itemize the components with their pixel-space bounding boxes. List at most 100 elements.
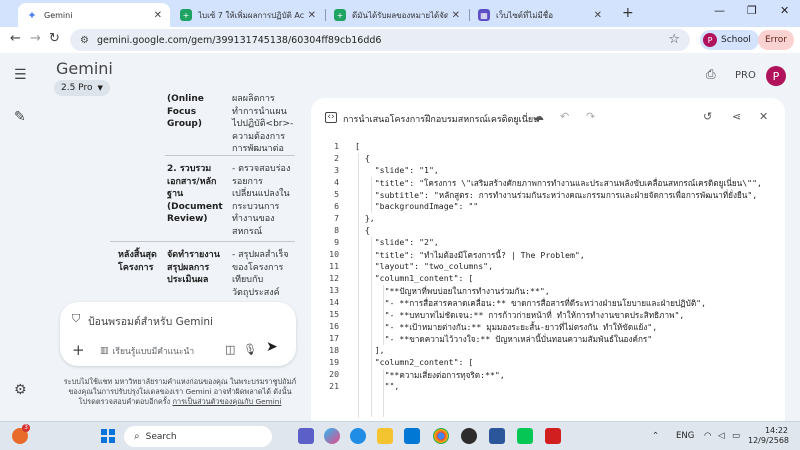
close-canvas-icon[interactable]: ✕ (759, 110, 768, 123)
user-avatar[interactable]: P (766, 66, 786, 86)
edge-icon[interactable] (350, 428, 366, 444)
tab-label: เว็บไซต์ที่ไม่มีชื่อ (496, 10, 554, 20)
chrome-icon[interactable] (433, 428, 449, 444)
send-icon[interactable]: ➤ (266, 339, 278, 355)
close-tab-icon[interactable]: ✕ (308, 10, 316, 21)
shield-icon: ⛉ (72, 312, 81, 325)
table-cell: (Online Focus Group) (167, 94, 204, 129)
code-line: 18 ], (311, 345, 785, 357)
tab-gemini[interactable]: ✦ Gemini ✕ (18, 3, 170, 27)
guided-learning-button[interactable]: ▥ เรียนรู้แบบมีคำแนะนำ (100, 344, 194, 358)
guided-learning-label: เรียนรู้แบบมีคำแนะนำ (112, 347, 195, 357)
site-info-icon[interactable]: ⚙ (80, 35, 89, 46)
back-arrow-icon[interactable]: ← (10, 31, 21, 46)
new-tab-button[interactable]: + (622, 5, 634, 21)
prompt-placeholder[interactable]: ป้อนพรอมต์สำหรับ Gemini (88, 313, 213, 330)
menu-icon[interactable]: ☰ (14, 67, 27, 83)
line-icon[interactable] (517, 428, 533, 444)
line-number: 2 (334, 153, 339, 163)
code-text: [ (355, 141, 360, 151)
clock-time: 14:22 (764, 426, 788, 435)
tab-untitled-site[interactable]: ▦ เว็บไซต์ที่ไม่มีชื่อ ✕ (470, 3, 610, 27)
print-icon[interactable]: ⎙ (706, 67, 716, 82)
code-line: 5 "subtitle": "หลักสูตร: การทำงานร่วมกัน… (311, 189, 785, 201)
close-tab-icon[interactable]: ✕ (594, 10, 602, 21)
table-cell: - ตรวจสอบร่องรอยการเปลี่ยนแปลงในกระบวนกา… (232, 164, 291, 237)
cloud-icon[interactable]: ☁ (533, 110, 544, 123)
profile-chip[interactable]: P School (700, 30, 759, 50)
line-number: 18 (329, 345, 339, 355)
undo-icon[interactable]: ↶ (560, 110, 569, 123)
clock[interactable]: 14:22 12/9/2568 (748, 426, 790, 446)
code-text: "slide": "1", (355, 165, 439, 175)
browser-toolbar: ← → ↻ ⚙ gemini.google.com/gem/3991317451… (0, 27, 800, 53)
copilot-icon[interactable] (324, 428, 340, 444)
clock-date: 12/9/2568 (748, 436, 790, 445)
address-bar[interactable]: ⚙ gemini.google.com/gem/399131745138/603… (70, 29, 690, 51)
microphone-icon[interactable]: 🎙 (243, 343, 257, 356)
close-tab-icon[interactable]: ✕ (154, 10, 162, 21)
code-line: 6 "backgroundImage": "" (311, 201, 785, 213)
code-line: 9 "slide": "2", (311, 237, 785, 249)
disclaimer: ระบบไม่ใช้แชท มหาวิทยาลัยรามคำแหงก่อนของ… (60, 377, 300, 407)
redo-icon[interactable]: ↷ (586, 110, 595, 123)
canvas-panel: ‹› การนำเสนอโครงการฝึกอบรมสหกรณ์เครดิตยู… (311, 98, 785, 421)
minimize-button[interactable]: — (714, 4, 725, 17)
model-selector[interactable]: 2.5 Pro ▼ (54, 80, 110, 96)
line-number: 15 (329, 309, 339, 319)
table-cell: หลังสิ้นสุดโครงการ (118, 250, 157, 273)
code-line: 21 "", (311, 381, 785, 393)
notification-badge: 3 (22, 424, 30, 432)
code-text: "column2_content": [ (355, 357, 474, 367)
new-chat-icon[interactable]: ✎ (14, 109, 26, 125)
battery-icon[interactable]: ▭ (732, 431, 740, 441)
obs-icon[interactable] (461, 428, 477, 444)
taskbar-search[interactable]: ⌕ Search (124, 426, 272, 447)
language-indicator[interactable]: ENG (676, 431, 694, 441)
code-text: { (355, 153, 370, 163)
canvas-icon[interactable]: ◫ (225, 343, 235, 356)
line-number: 6 (334, 201, 339, 211)
restore-button[interactable]: ❐ (747, 4, 757, 17)
file-explorer-icon[interactable] (377, 428, 393, 444)
history-icon[interactable]: ↺ (703, 110, 712, 123)
code-line: 17 "- **ขาดความไว้วางใจ:** ปัญหาเหล่านี้… (311, 333, 785, 345)
tab-project-doc[interactable]: + ดีมันได้รับผลของหมายได้จัดทำโครงการ ✕ (326, 3, 468, 27)
wifi-icon[interactable]: ◠ (704, 431, 711, 441)
tray-overflow-icon[interactable]: ⌃ (652, 431, 659, 441)
volume-icon[interactable]: ◁ (718, 431, 725, 441)
code-text: }, (355, 213, 375, 223)
code-text: { (355, 225, 370, 235)
error-chip[interactable]: Error (758, 30, 794, 50)
code-text: "backgroundImage": "" (355, 201, 479, 211)
privacy-link[interactable]: การเป็นส่วนตัวของคุณกับ Gemini (173, 397, 282, 406)
forward-arrow-icon[interactable]: → (30, 31, 41, 46)
word-icon[interactable] (489, 428, 505, 444)
code-text: "layout": "two_columns", (355, 261, 494, 271)
teams-icon[interactable] (298, 428, 314, 444)
code-line: 10 "title": "ทำไมต้องมีโครงการนี้? | The… (311, 249, 785, 261)
code-line: 19 "column2_content": [ (311, 357, 785, 369)
store-icon[interactable] (404, 428, 420, 444)
code-line: 2 { (311, 153, 785, 165)
tab-action-plan[interactable]: + ไบเซ้ 7 ให้เพิ่มผลการปฏิบัติ Action ✕ (172, 3, 324, 27)
close-tab-icon[interactable]: ✕ (452, 10, 460, 21)
share-icon[interactable]: ⋖ (732, 110, 741, 123)
table-cell: ผลผลิตการทำการนำแผนไปปฏิบัติ<br>- ความต้… (232, 94, 294, 154)
settings-gear-icon[interactable]: ⚙ (14, 382, 27, 398)
windows-start-icon[interactable] (101, 429, 115, 443)
acrobat-icon[interactable] (545, 428, 561, 444)
bookmark-star-icon[interactable]: ☆ (668, 32, 680, 47)
line-number: 14 (329, 297, 339, 307)
profile-label: School (721, 35, 751, 45)
reload-icon[interactable]: ↻ (49, 31, 60, 46)
close-window-button[interactable]: ✕ (780, 4, 789, 17)
line-number: 21 (329, 381, 339, 391)
code-editor[interactable]: 1[2 {3 "slide": "1", 4 "title": "โครงการ … (311, 141, 785, 421)
prompt-input-box[interactable]: ⛉ ป้อนพรอมต์สำหรับ Gemini + ▥ เรียนรู้แบ… (60, 302, 296, 366)
model-label: 2.5 Pro (61, 83, 93, 93)
add-attachment-icon[interactable]: + (72, 341, 85, 359)
code-line: 14 "- **การสื่อสารคลาดเคลื่อน:** ขาดการส… (311, 297, 785, 309)
search-label: Search (145, 431, 177, 442)
code-line: 7 }, (311, 213, 785, 225)
